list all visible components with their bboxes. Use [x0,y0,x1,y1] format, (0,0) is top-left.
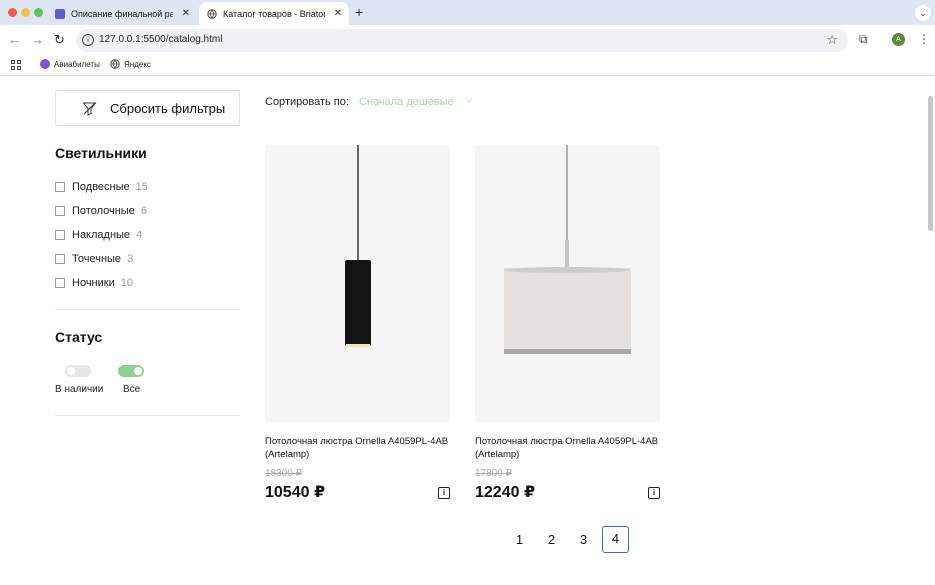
tab-title: Каталог товаров - Briaton [223,8,325,19]
tab-close-icon[interactable]: ✕ [179,8,193,19]
all-toggle[interactable] [118,365,144,377]
category-checkbox-row[interactable]: Подвесные 15 [55,181,148,193]
category-count: 6 [140,205,147,217]
product-card-image[interactable] [265,145,450,422]
category-label: Ночники [72,277,115,289]
tab-favicon-icon [55,8,65,19]
browser-menu-icon[interactable]: ⋮ [918,32,930,46]
tab-catalog[interactable]: Каталог товаров - Briaton ✕ [199,2,349,25]
checkbox[interactable] [55,206,65,216]
pendant-lamp-image [345,145,371,347]
category-checkbox-row[interactable]: Точечные 3 [55,253,133,265]
bookmark-label: Яндекс [124,59,151,69]
tab-close-icon[interactable]: ✕ [331,8,345,19]
in-stock-toggle[interactable] [65,365,91,377]
category-checkbox-row[interactable]: Накладные 4 [55,229,142,241]
info-icon[interactable]: i [438,487,450,499]
checkbox[interactable] [55,278,65,288]
category-checkbox-row[interactable]: Ночники 10 [55,277,133,289]
checkbox[interactable] [55,230,65,240]
page-scrollbar[interactable] [928,96,933,231]
product-title[interactable]: Потолочная люстра Ornella A4059PL-4AB (A… [265,435,455,461]
checkbox[interactable] [55,182,65,192]
info-icon[interactable]: i [648,487,660,499]
product-title[interactable]: Потолочная люстра Ornella A4059PL-4AB (A… [475,435,665,461]
filter-funnel-icon [82,102,97,116]
profile-avatar[interactable]: A [892,33,905,46]
divider [55,309,240,310]
page-2-button[interactable]: 2 [538,526,565,553]
tab-title: Описание финальной работы [71,8,173,19]
reset-filters-button[interactable]: Сбросить фильтры [55,90,240,126]
bookmark-yandex[interactable]: Яндекс [110,59,151,69]
divider [55,415,240,416]
category-count: 4 [136,229,143,241]
close-window-button[interactable] [8,8,17,17]
old-price: 17800 ₽ [475,468,512,479]
page-3-button[interactable]: 3 [570,526,597,553]
category-checkbox-row[interactable]: Потолочные 6 [55,205,147,217]
drum-chandelier-image [504,145,631,354]
category-count: 15 [135,181,148,193]
all-label: Все [123,384,141,395]
maximize-window-button[interactable] [34,8,43,17]
reload-icon[interactable]: ↻ [54,32,65,48]
back-arrow-icon[interactable]: ← [8,32,21,47]
url-text[interactable]: 127.0.0.1:5500/catalog.html [99,34,222,45]
bookmark-avia[interactable]: Авиабилеты [40,59,100,69]
product-price: 10540 ₽ [265,484,326,501]
page-4-button[interactable]: 4 [602,526,629,553]
category-count: 10 [120,277,133,289]
page-1-button[interactable]: 1 [506,526,533,553]
avia-favicon-icon [40,59,50,69]
checkbox[interactable] [55,254,65,264]
bookmark-label: Авиабилеты [54,59,100,69]
chevron-down-icon[interactable] [465,96,473,104]
bookmarks-bar: Авиабилеты Яндекс [0,55,935,76]
globe-icon [110,59,120,69]
category-count: 3 [127,253,134,265]
sort-label: Сортировать по: [265,96,349,108]
category-label: Накладные [72,229,131,241]
tab-search-button[interactable]: ⌄ [915,5,931,21]
browser-toolbar: ← → ↻ i 127.0.0.1:5500/catalog.html ☆ [0,25,935,55]
browser-tab-bar: Описание финальной работы ✕ Каталог това… [0,0,935,25]
catalog-page: Сбросить фильтры Сортировать по: Сначала… [0,76,935,585]
category-label: Потолочные [72,205,135,217]
category-label: Точечные [72,253,122,265]
address-bar[interactable]: i 127.0.0.1:5500/catalog.html ☆ [76,29,848,52]
apps-grid-icon[interactable] [11,60,21,70]
reset-filters-label: Сбросить фильтры [110,101,226,116]
extensions-icon[interactable]: ⧉ [859,32,868,47]
category-label: Подвесные [72,181,130,193]
sort-select[interactable]: Сначала дешёвые [359,96,454,108]
old-price: 18300 ₽ [265,468,302,479]
tab-description[interactable]: Описание финальной работы ✕ [47,2,197,25]
in-stock-label: В наличии [55,384,104,395]
toggle-knob [134,367,142,375]
forward-arrow-icon[interactable]: → [31,32,44,47]
new-tab-button[interactable]: + [355,4,363,20]
category-heading: Светильники [55,145,147,161]
minimize-window-button[interactable] [21,8,30,17]
globe-icon [207,8,217,19]
bookmark-star-icon[interactable]: ☆ [826,32,838,48]
status-heading: Статус [55,329,103,345]
product-price: 12240 ₽ [475,484,536,501]
toggle-knob [67,367,75,375]
site-info-icon[interactable]: i [82,34,94,46]
product-card-image[interactable] [475,145,660,422]
